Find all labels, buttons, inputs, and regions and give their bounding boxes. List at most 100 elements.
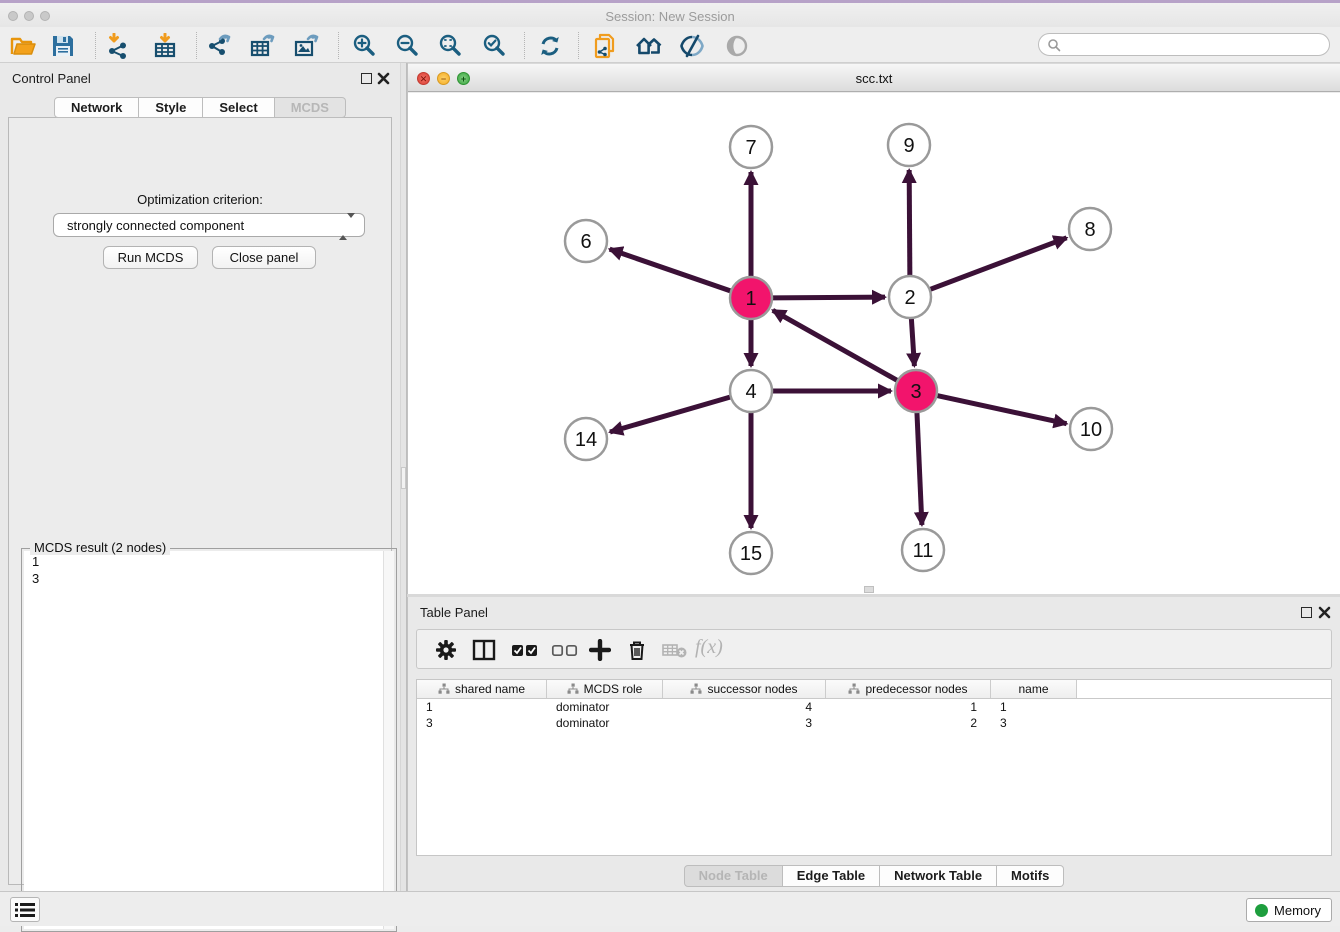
import-table-icon[interactable]: [152, 33, 178, 59]
float-table-panel-icon[interactable]: [1301, 607, 1312, 618]
clone-network-icon[interactable]: [592, 33, 618, 59]
graph-edge-1-6[interactable]: [610, 249, 732, 291]
select-stepper-icon: [339, 218, 355, 236]
toolbar-divider: [95, 32, 96, 59]
main-toolbar: [0, 27, 1340, 63]
zoom-out-icon[interactable]: [394, 33, 420, 59]
mcds-result-area[interactable]: 13: [24, 551, 394, 929]
style-slash-icon[interactable]: [679, 33, 705, 59]
memory-label: Memory: [1274, 903, 1321, 918]
tab-node-table[interactable]: Node Table: [684, 865, 783, 887]
vertical-splitter[interactable]: [400, 63, 407, 891]
tab-select[interactable]: Select: [203, 97, 274, 118]
cell-MCDS-role[interactable]: dominator: [547, 715, 663, 731]
criterion-value: strongly connected component: [67, 218, 244, 233]
mcds-result-node: 3: [24, 570, 394, 587]
control-panel: Control Panel NetworkStyleSelectMCDS Opt…: [0, 63, 400, 891]
toolbar-divider: [524, 32, 525, 59]
control-panel-title: Control Panel: [12, 71, 91, 86]
export-table-icon[interactable]: [249, 33, 275, 59]
zoom-fit-icon[interactable]: [437, 33, 463, 59]
tab-motifs[interactable]: Motifs: [997, 865, 1064, 887]
save-session-icon[interactable]: [50, 33, 76, 59]
column-header-shared-name[interactable]: shared name: [417, 680, 547, 698]
table-panel: Table Panel: [407, 597, 1340, 891]
zoom-selected-icon[interactable]: [481, 33, 507, 59]
graph-edge-3-10[interactable]: [937, 395, 1067, 423]
status-bar: Memory: [0, 891, 1340, 926]
graph-node-label-9: 9: [903, 135, 914, 157]
close-table-panel-icon[interactable]: [1318, 606, 1331, 619]
delete-column-trash-icon[interactable]: [626, 639, 648, 661]
tab-edge-table[interactable]: Edge Table: [783, 865, 880, 887]
graph-node-label-15: 15: [740, 543, 762, 565]
column-tree-icon: [848, 683, 860, 695]
column-label: MCDS role: [584, 682, 643, 696]
column-label: name: [1018, 682, 1048, 696]
graph-edge-2-3[interactable]: [911, 318, 914, 366]
deselect-all-icon[interactable]: [551, 639, 579, 661]
tab-network-table[interactable]: Network Table: [880, 865, 997, 887]
select-all-icon[interactable]: [511, 639, 539, 661]
graph-edge-1-2[interactable]: [772, 297, 885, 298]
network-canvas[interactable]: 7968124314101511: [408, 93, 1340, 594]
splitter-grip[interactable]: [401, 467, 406, 489]
cell-MCDS-role[interactable]: dominator: [547, 699, 663, 715]
export-image-icon[interactable]: [293, 33, 319, 59]
table-toolbar: f(x): [416, 629, 1332, 669]
table-settings-gear-icon[interactable]: [435, 639, 457, 661]
mcds-panel: Optimization criterion: strongly connect…: [8, 117, 392, 885]
criterion-select[interactable]: strongly connected component: [53, 213, 365, 237]
table-row[interactable]: 3dominator323: [417, 715, 1331, 731]
cell-name[interactable]: 3: [991, 715, 1077, 731]
tab-style[interactable]: Style: [139, 97, 203, 118]
import-network-icon[interactable]: [106, 33, 132, 59]
cell-name[interactable]: 1: [991, 699, 1077, 715]
column-header-name[interactable]: name: [991, 680, 1077, 698]
cell-predecessor-nodes[interactable]: 1: [826, 699, 991, 715]
mcds-result-title: MCDS result (2 nodes): [30, 540, 170, 555]
home-networks-icon[interactable]: [636, 33, 662, 59]
column-header-successor-nodes[interactable]: successor nodes: [663, 680, 826, 698]
canvas-grip[interactable]: [864, 586, 874, 593]
export-network-icon[interactable]: [206, 33, 232, 59]
close-panel-icon[interactable]: [377, 72, 390, 85]
search-input[interactable]: [1065, 35, 1320, 54]
cell-successor-nodes[interactable]: 3: [663, 715, 826, 731]
graph-edge-4-14[interactable]: [610, 397, 731, 432]
window-title: Session: New Session: [0, 9, 1340, 24]
toolbar-divider: [578, 32, 579, 59]
graph-edge-2-9[interactable]: [909, 170, 910, 276]
column-header-MCDS-role[interactable]: MCDS role: [547, 680, 663, 698]
graph-edge-3-1[interactable]: [773, 310, 898, 380]
task-history-button[interactable]: [10, 897, 40, 922]
cell-successor-nodes[interactable]: 4: [663, 699, 826, 715]
graph-edge-3-11[interactable]: [917, 412, 922, 525]
search-icon: [1047, 38, 1061, 52]
result-scrollbar[interactable]: [383, 551, 394, 929]
zoom-in-icon[interactable]: [351, 33, 377, 59]
column-header-predecessor-nodes[interactable]: predecessor nodes: [826, 680, 991, 698]
table-row[interactable]: 1dominator411: [417, 699, 1331, 715]
show-columns-icon[interactable]: [472, 639, 496, 661]
tab-network[interactable]: Network: [54, 97, 139, 118]
graph-node-label-6: 6: [580, 231, 591, 253]
run-mcds-button[interactable]: Run MCDS: [103, 246, 198, 269]
network-title: scc.txt: [408, 71, 1340, 86]
graph-edge-2-8[interactable]: [930, 238, 1067, 290]
open-session-icon[interactable]: [10, 33, 36, 59]
tab-mcds[interactable]: MCDS: [275, 97, 346, 118]
cell-shared-name[interactable]: 3: [417, 715, 547, 731]
node-table[interactable]: shared name MCDS role successor nodesprede…: [416, 679, 1332, 856]
memory-button[interactable]: Memory: [1246, 898, 1332, 922]
graph-node-label-4: 4: [745, 381, 756, 403]
network-titlebar[interactable]: ✕ − + scc.txt: [408, 63, 1340, 92]
refresh-view-icon[interactable]: [537, 33, 563, 59]
cell-predecessor-nodes[interactable]: 2: [826, 715, 991, 731]
table-header-row: shared name MCDS role successor nodesprede…: [417, 680, 1331, 699]
cell-shared-name[interactable]: 1: [417, 699, 547, 715]
float-panel-icon[interactable]: [361, 73, 372, 84]
close-panel-button[interactable]: Close panel: [212, 246, 316, 269]
search-box[interactable]: [1038, 33, 1330, 56]
add-column-icon[interactable]: [589, 639, 611, 661]
